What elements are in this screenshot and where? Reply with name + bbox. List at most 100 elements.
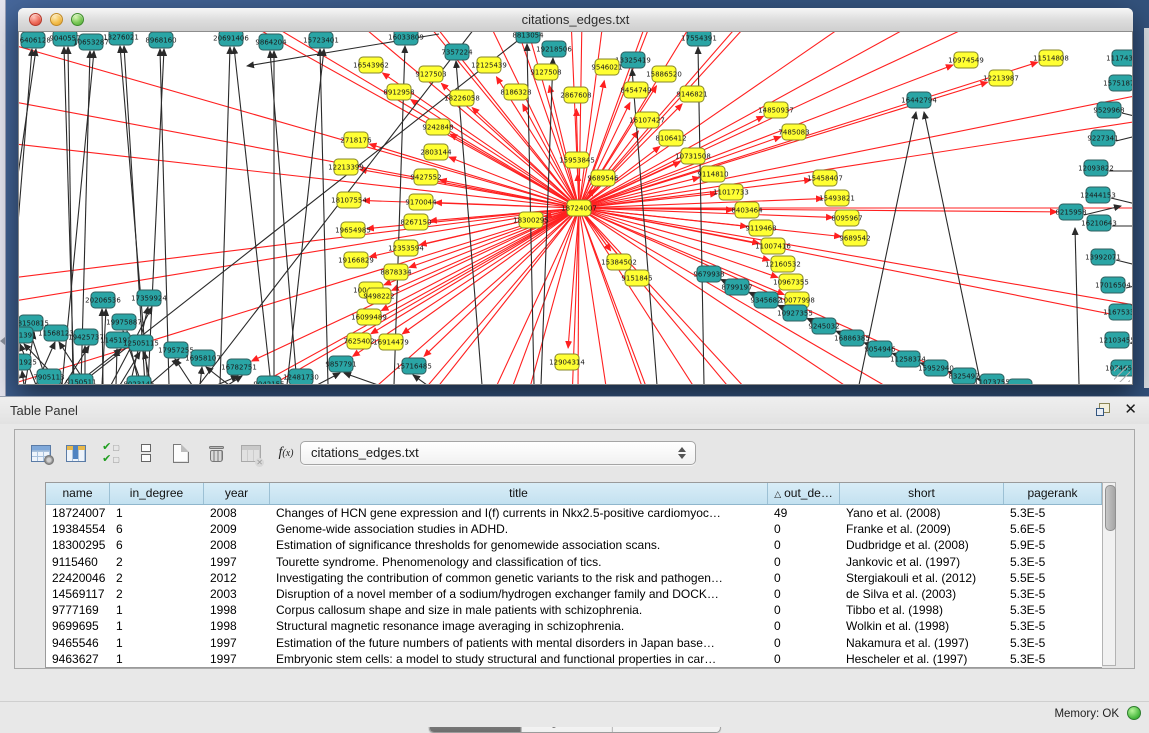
column-header-short[interactable]: short [840,483,1004,504]
network-window-titlebar[interactable]: citations_edges.txt [18,8,1133,32]
float-panel-icon[interactable] [1096,403,1110,416]
table-cell[interactable]: 0 [768,554,840,570]
graph-node[interactable]: 12103455 [1099,332,1132,348]
graph-node[interactable]: 12904314 [549,354,585,370]
graph-node[interactable]: 9427552 [410,169,441,185]
graph-node[interactable]: 8968160 [145,32,176,48]
graph-node[interactable]: 13992071 [1085,249,1121,265]
graph-node[interactable]: 16099489 [351,309,387,325]
graph-node[interactable]: 9242848 [422,119,453,135]
graph-node[interactable]: 16033809 [388,32,424,45]
table-cell[interactable]: Franke et al. (2009) [840,521,1004,537]
table-cell[interactable]: 1998 [204,618,270,634]
graph-node[interactable]: 8878334 [380,264,412,280]
graph-node[interactable]: 8454749 [620,82,651,98]
table-cell[interactable]: 5.3E-5 [1004,554,1102,570]
table-cell[interactable]: 1997 [204,554,270,570]
graph-node[interactable]: 8215958 [1055,204,1086,220]
table-cell[interactable]: 1997 [204,651,270,667]
table-cell[interactable]: 2008 [204,537,270,553]
graph-node[interactable]: 9345682 [750,292,781,308]
graph-node[interactable]: 18107554 [331,192,367,208]
graph-node[interactable]: 12213987 [983,70,1019,86]
graph-node[interactable]: 16210643 [1081,215,1117,231]
graph-node[interactable]: 16782751 [221,359,257,375]
zoom-window-icon[interactable] [71,13,84,26]
graph-node[interactable]: 8106412 [655,130,686,146]
table-cell[interactable]: 2 [110,570,204,586]
graph-node[interactable]: 9170044 [405,194,437,210]
column-header-year[interactable]: year [204,483,270,504]
graph-node[interactable]: 9146821 [676,86,707,102]
graph-node[interactable]: 11514808 [1033,50,1069,66]
table-cell[interactable]: Stergiakouli et al. (2012) [840,570,1004,586]
graph-node[interactable]: 19975887 [106,314,142,330]
graph-node[interactable]: 9689542 [839,230,870,246]
table-row[interactable]: 946554611997Estimation of the future num… [46,635,1102,651]
table-mode-icon[interactable] [29,441,53,465]
table-cell[interactable]: 0 [768,635,840,651]
graph-node[interactable]: 11675333 [1103,304,1132,320]
panel-collapse-arrow-icon[interactable] [0,337,5,345]
table-cell[interactable]: 1 [110,651,204,667]
graph-node[interactable]: 16406128 [19,32,51,48]
graph-node[interactable]: 17016504 [1095,277,1131,293]
table-cell[interactable]: 9463627 [46,651,110,667]
column-header-in_degree[interactable]: in_degree [110,483,204,504]
delete-column-icon[interactable] [204,441,228,465]
table-cell[interactable]: Tibbo et al. (1998) [840,602,1004,618]
graph-node[interactable]: 16914479 [373,334,409,350]
table-row[interactable]: 1872400712008Changes of HCN gene express… [46,505,1102,521]
column-header-name[interactable]: name [46,483,110,504]
table-row[interactable]: 1938455462009Genome-wide association stu… [46,521,1102,537]
table-cell[interactable]: 5.5E-5 [1004,570,1102,586]
table-cell[interactable]: 2003 [204,586,270,602]
table-cell[interactable]: Jankovic et al. (1997) [840,554,1004,570]
graph-node[interactable]: 15384502 [601,254,637,270]
table-cell[interactable]: 0 [768,537,840,553]
table-cell[interactable]: 2012 [204,570,270,586]
graph-node[interactable]: 11007416 [755,238,791,254]
table-cell[interactable]: 0 [768,586,840,602]
table-cell[interactable]: Structural magnetic resonance image aver… [270,618,768,634]
table-cell[interactable]: Disruption of a novel member of a sodium… [270,586,768,602]
column-header-pagerank[interactable]: pagerank [1004,483,1102,504]
table-cell[interactable]: 0 [768,651,840,667]
table-cell[interactable]: 2 [110,586,204,602]
table-cell[interactable]: 5.3E-5 [1004,651,1102,667]
memory-status-indicator[interactable] [1127,706,1141,720]
graph-node[interactable]: 7357224 [441,44,473,60]
table-cell[interactable]: 5.9E-5 [1004,537,1102,553]
graph-node[interactable]: 9127508 [530,64,561,80]
graph-node[interactable]: 9150511 [65,374,96,384]
table-cell[interactable]: 18300295 [46,537,110,553]
table-cell[interactable]: 0 [768,521,840,537]
table-cell[interactable]: 22420046 [46,570,110,586]
table-cell[interactable]: 49 [768,505,840,521]
graph-node[interactable]: 18226058 [444,90,480,106]
graph-node[interactable]: 9245032 [808,318,839,334]
graph-node[interactable]: 12444153 [1080,187,1116,203]
graph-node[interactable]: 17554391 [681,32,717,46]
table-scrollbar[interactable] [1102,482,1116,666]
table-row[interactable]: 1830029562008Estimation of significance … [46,537,1102,553]
graph-node[interactable]: 15723401 [303,32,339,48]
table-cell[interactable]: 9115460 [46,554,110,570]
table-cell[interactable]: 6 [110,537,204,553]
table-cell[interactable]: Corpus callosum shape and size in male p… [270,602,768,618]
table-cell[interactable]: 9699695 [46,618,110,634]
table-row[interactable]: 2242004622012Investigating the contribut… [46,570,1102,586]
graph-node[interactable]: 9114810 [697,166,728,182]
table-cell[interactable]: 1 [110,635,204,651]
graph-node[interactable]: 8799197 [721,279,752,295]
table-cell[interactable]: 9465546 [46,635,110,651]
table-cell[interactable]: 5.3E-5 [1004,602,1102,618]
table-cell[interactable]: 6 [110,521,204,537]
graph-node[interactable]: 7625402 [343,333,374,349]
graph-node[interactable]: 12093822 [1078,160,1114,176]
graph-node[interactable]: 9689546 [587,170,619,186]
table-cell[interactable]: 14569117 [46,586,110,602]
graph-node[interactable]: 20206536 [85,292,121,308]
graph-node[interactable]: 9857791 [325,356,356,372]
close-window-icon[interactable] [29,13,42,26]
